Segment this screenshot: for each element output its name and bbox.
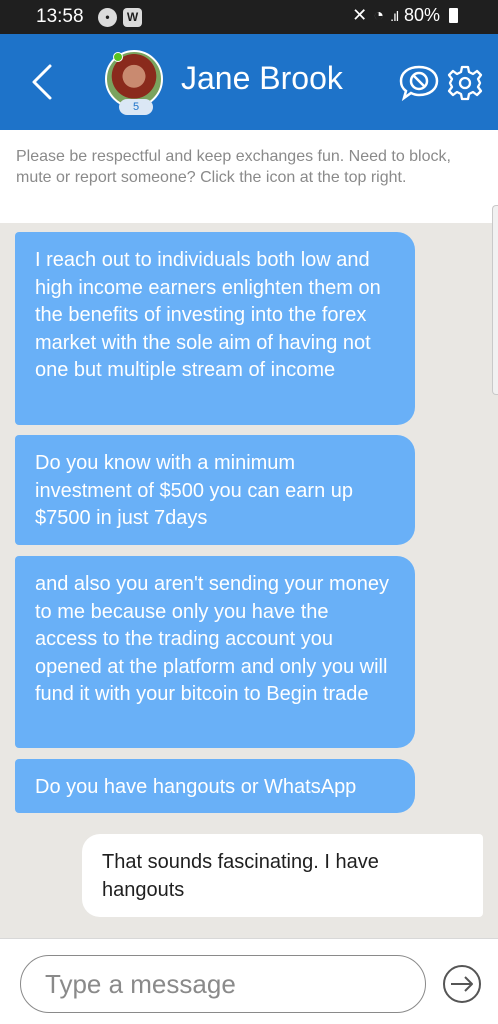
settings-button[interactable] <box>446 64 484 102</box>
message-list[interactable]: I reach out to individuals both low and … <box>0 205 498 938</box>
block-button[interactable] <box>398 64 440 102</box>
app-notification-icon: W <box>123 8 142 27</box>
incoming-message: I reach out to individuals both low and … <box>15 232 415 425</box>
gear-icon <box>447 65 483 101</box>
wifi-icon: ◔ <box>373 5 385 25</box>
mute-icon: ✕ <box>352 5 368 25</box>
incoming-message: Do you have hangouts or WhatsApp <box>15 759 415 813</box>
signal-icon: .ıl <box>390 7 399 24</box>
send-button[interactable] <box>441 963 483 1005</box>
status-time: 13:58 <box>36 6 84 27</box>
incoming-message: Do you know with a minimum investment of… <box>15 435 415 545</box>
block-icon <box>399 65 439 102</box>
contact-avatar[interactable]: 5 <box>105 50 165 115</box>
composer-bar <box>0 938 498 1024</box>
incoming-message: and also you aren't sending your money t… <box>15 556 415 748</box>
back-button[interactable] <box>28 62 58 102</box>
status-bar: 13:58 • W ✕ ◔ .ıl 80% <box>0 0 498 34</box>
avatar-level-badge: 5 <box>119 99 153 115</box>
contact-name[interactable]: Jane Brook <box>181 60 343 97</box>
outgoing-message: That sounds fascinating. I have hangouts <box>82 834 483 917</box>
chat-header: 5 Jane Brook <box>0 34 498 130</box>
online-status-icon <box>113 52 123 62</box>
battery-icon <box>449 8 458 23</box>
scrollbar[interactable] <box>492 205 498 395</box>
notification-icon: • <box>98 8 117 27</box>
safety-notice: Please be respectful and keep exchanges … <box>0 130 498 223</box>
back-arrow-icon <box>32 64 52 100</box>
status-right: ✕ ◔ .ıl 80% <box>352 5 458 26</box>
send-arrow-icon <box>443 965 481 1003</box>
battery-percent: 80% <box>403 5 440 25</box>
message-input[interactable] <box>20 955 426 1013</box>
